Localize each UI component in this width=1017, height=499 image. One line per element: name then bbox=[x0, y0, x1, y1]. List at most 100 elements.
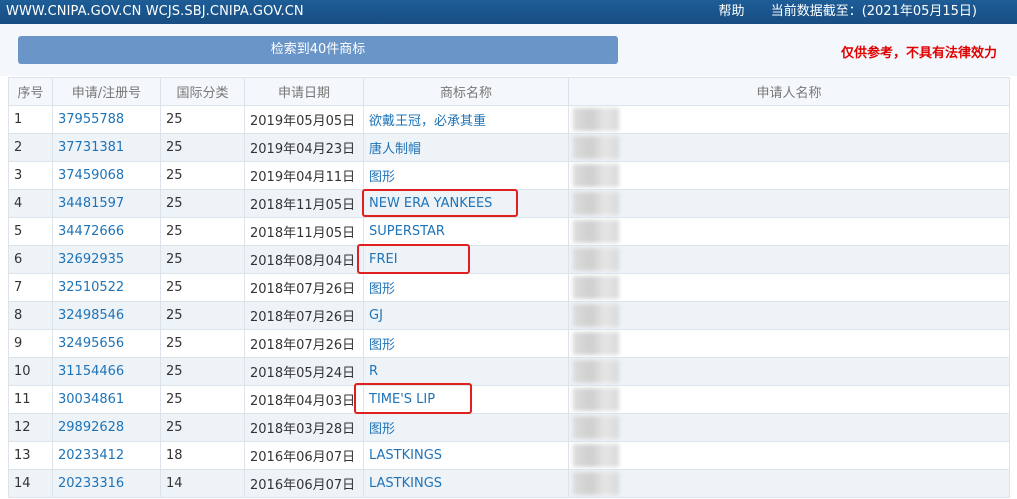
date-cell: 2018年04月03日 bbox=[244, 385, 364, 414]
table-row[interactable]: 14 20233316 14 2016年06月07日 LASTKINGS bbox=[8, 469, 1010, 498]
table-row[interactable]: 11 30034861 25 2018年04月03日 TIME'S LIP bbox=[8, 385, 1010, 414]
row-number: 11 bbox=[8, 385, 53, 414]
reg-number-link[interactable]: 37459068 bbox=[52, 161, 161, 190]
class-cell: 25 bbox=[160, 357, 245, 386]
table-row[interactable]: 13 20233412 18 2016年06月07日 LASTKINGS bbox=[8, 441, 1010, 470]
applicant-cell bbox=[568, 161, 1010, 190]
applicant-cell bbox=[568, 217, 1010, 246]
date-cell: 2019年04月23日 bbox=[244, 133, 364, 162]
class-cell: 25 bbox=[160, 245, 245, 274]
applicant-cell bbox=[568, 301, 1010, 330]
class-cell: 25 bbox=[160, 105, 245, 134]
date-cell: 2018年07月26日 bbox=[244, 301, 364, 330]
class-cell: 14 bbox=[160, 469, 245, 498]
table-row[interactable]: 10 31154466 25 2018年05月24日 R bbox=[8, 357, 1010, 386]
class-cell: 25 bbox=[160, 273, 245, 302]
header-applicant[interactable]: 申请人名称 bbox=[568, 77, 1010, 106]
reg-number-link[interactable]: 30034861 bbox=[52, 385, 161, 414]
reg-number-link[interactable]: 34481597 bbox=[52, 189, 161, 218]
applicant-name-redacted bbox=[573, 220, 619, 243]
header-class[interactable]: 国际分类 bbox=[160, 77, 245, 106]
row-number: 3 bbox=[8, 161, 53, 190]
row-number: 6 bbox=[8, 245, 53, 274]
trademark-name-link[interactable]: 图形 bbox=[363, 273, 569, 302]
reg-number-link[interactable]: 20233316 bbox=[52, 469, 161, 498]
trademark-name-link[interactable]: 图形 bbox=[363, 329, 569, 358]
trademark-name-link[interactable]: 唐人制帽 bbox=[363, 133, 569, 162]
trademark-name-link[interactable]: LASTKINGS bbox=[363, 441, 569, 470]
header-reg-no[interactable]: 申请/注册号 bbox=[52, 77, 161, 106]
row-number: 5 bbox=[8, 217, 53, 246]
highlight-box-frei bbox=[357, 244, 470, 274]
applicant-cell bbox=[568, 469, 1010, 498]
date-cell: 2018年07月26日 bbox=[244, 329, 364, 358]
row-number: 7 bbox=[8, 273, 53, 302]
class-cell: 25 bbox=[160, 329, 245, 358]
applicant-name-redacted bbox=[573, 444, 619, 467]
reg-number-link[interactable]: 31154466 bbox=[52, 357, 161, 386]
reg-number-link[interactable]: 32495656 bbox=[52, 329, 161, 358]
applicant-cell bbox=[568, 273, 1010, 302]
date-cell: 2016年06月07日 bbox=[244, 441, 364, 470]
trademark-name-link[interactable]: SUPERSTAR bbox=[363, 217, 569, 246]
reg-number-link[interactable]: 20233412 bbox=[52, 441, 161, 470]
class-cell: 25 bbox=[160, 161, 245, 190]
trademark-name-link[interactable]: 图形 bbox=[363, 161, 569, 190]
table-row[interactable]: 9 32495656 25 2018年07月26日 图形 bbox=[8, 329, 1010, 358]
reg-number-link[interactable]: 37955788 bbox=[52, 105, 161, 134]
reg-number-link[interactable]: 34472666 bbox=[52, 217, 161, 246]
reg-number-link[interactable]: 32498546 bbox=[52, 301, 161, 330]
applicant-cell bbox=[568, 385, 1010, 414]
applicant-name-redacted bbox=[573, 388, 619, 411]
table-row[interactable]: 1 37955788 25 2019年05月05日 欲戴王冠，必承其重 bbox=[8, 105, 1010, 134]
applicant-cell bbox=[568, 189, 1010, 218]
help-link[interactable]: 帮助 bbox=[719, 4, 745, 19]
row-number: 1 bbox=[8, 105, 53, 134]
class-cell: 25 bbox=[160, 217, 245, 246]
date-cell: 2016年06月07日 bbox=[244, 469, 364, 498]
table-row[interactable]: 7 32510522 25 2018年07月26日 图形 bbox=[8, 273, 1010, 302]
header-no[interactable]: 序号 bbox=[8, 77, 53, 106]
applicant-name-redacted bbox=[573, 276, 619, 299]
trademark-name-link[interactable]: R bbox=[363, 357, 569, 386]
row-number: 2 bbox=[8, 133, 53, 162]
header-date[interactable]: 申请日期 bbox=[244, 77, 364, 106]
disclaimer-text: 仅供参考，不具有法律效力 bbox=[840, 46, 997, 61]
table-row[interactable]: 5 34472666 25 2018年11月05日 SUPERSTAR bbox=[8, 217, 1010, 246]
class-cell: 25 bbox=[160, 385, 245, 414]
date-cell: 2018年11月05日 bbox=[244, 189, 364, 218]
applicant-cell bbox=[568, 245, 1010, 274]
date-cell: 2019年04月11日 bbox=[244, 161, 364, 190]
applicant-cell bbox=[568, 413, 1010, 442]
row-number: 14 bbox=[8, 469, 53, 498]
table-row[interactable]: 12 29892628 25 2018年03月28日 图形 bbox=[8, 413, 1010, 442]
date-cell: 2018年07月26日 bbox=[244, 273, 364, 302]
reg-number-link[interactable]: 32692935 bbox=[52, 245, 161, 274]
result-count-button[interactable]: 检索到40件商标 bbox=[18, 36, 618, 64]
applicant-name-redacted bbox=[573, 332, 619, 355]
applicant-cell bbox=[568, 133, 1010, 162]
reg-number-link[interactable]: 29892628 bbox=[52, 413, 161, 442]
reg-number-link[interactable]: 32510522 bbox=[52, 273, 161, 302]
table-row[interactable]: 3 37459068 25 2019年04月11日 图形 bbox=[8, 161, 1010, 190]
row-number: 12 bbox=[8, 413, 53, 442]
applicant-name-redacted bbox=[573, 416, 619, 439]
header-trademark-name[interactable]: 商标名称 bbox=[363, 77, 569, 106]
applicant-name-redacted bbox=[573, 360, 619, 383]
class-cell: 18 bbox=[160, 441, 245, 470]
trademark-name-link[interactable]: 图形 bbox=[363, 413, 569, 442]
date-cell: 2018年08月04日 bbox=[244, 245, 364, 274]
applicant-cell bbox=[568, 441, 1010, 470]
highlight-box-times-lip bbox=[354, 383, 472, 414]
date-cell: 2018年05月24日 bbox=[244, 357, 364, 386]
table-row[interactable]: 8 32498546 25 2018年07月26日 GJ bbox=[8, 301, 1010, 330]
highlight-box-new-era-yankees bbox=[362, 189, 518, 217]
row-number: 13 bbox=[8, 441, 53, 470]
table-row[interactable]: 6 32692935 25 2018年08月04日 FREI bbox=[8, 245, 1010, 274]
table-row[interactable]: 2 37731381 25 2019年04月23日 唐人制帽 bbox=[8, 133, 1010, 162]
applicant-name-redacted bbox=[573, 136, 619, 159]
trademark-name-link[interactable]: 欲戴王冠，必承其重 bbox=[363, 105, 569, 134]
reg-number-link[interactable]: 37731381 bbox=[52, 133, 161, 162]
trademark-name-link[interactable]: GJ bbox=[363, 301, 569, 330]
trademark-name-link[interactable]: LASTKINGS bbox=[363, 469, 569, 498]
